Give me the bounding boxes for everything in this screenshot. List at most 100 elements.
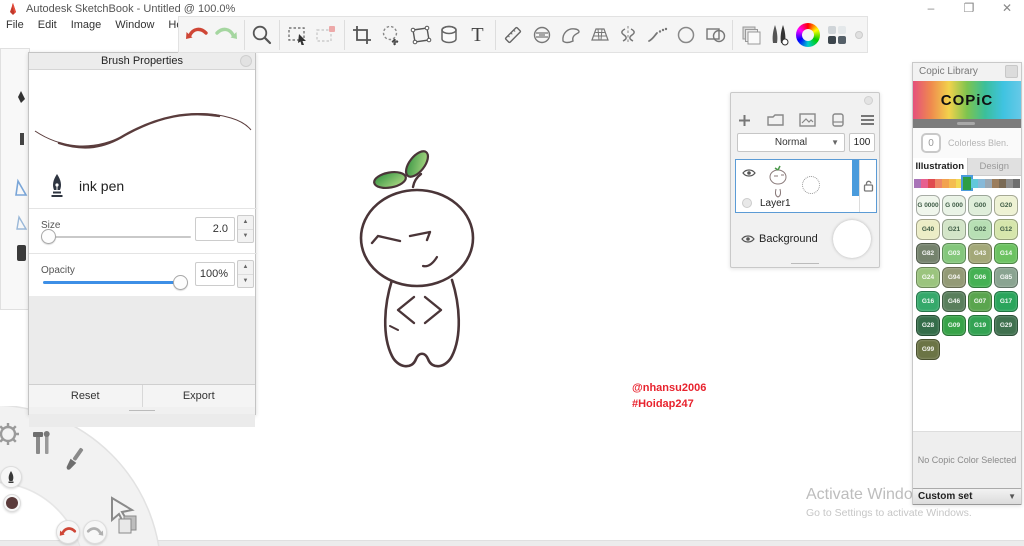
- transform-icon[interactable]: [377, 19, 406, 51]
- text-icon[interactable]: T: [463, 19, 492, 51]
- brush-panel-resize-grip[interactable]: [29, 407, 255, 414]
- shapes-icon[interactable]: [700, 19, 729, 51]
- copic-swatch-G000[interactable]: G 000: [942, 195, 966, 216]
- copic-swatch-G24[interactable]: G24: [916, 267, 940, 288]
- layer1-color-label[interactable]: [742, 198, 752, 208]
- size-slider-track[interactable]: [43, 236, 191, 238]
- color-family-cell-1[interactable]: [921, 179, 929, 188]
- copic-swatch-G29[interactable]: G29: [994, 315, 1018, 336]
- lagoon-brush-nib-button[interactable]: [0, 466, 22, 488]
- color-family-cell-4[interactable]: [942, 179, 950, 188]
- copic-swatch-G21[interactable]: G21: [942, 219, 966, 240]
- minimize-button[interactable]: –: [914, 0, 948, 17]
- copic-swatch-G06[interactable]: G06: [968, 267, 992, 288]
- blender-chip[interactable]: 0: [921, 133, 941, 153]
- distort-icon[interactable]: [405, 19, 434, 51]
- opacity-value-field[interactable]: 100%: [195, 262, 235, 286]
- color-family-cell-8[interactable]: [970, 179, 978, 188]
- copic-swatch-G85[interactable]: G85: [994, 267, 1018, 288]
- copic-swatch-G16[interactable]: G16: [916, 291, 940, 312]
- layers-panel-resize-grip[interactable]: [791, 263, 819, 264]
- copic-swatch-G03[interactable]: G03: [942, 243, 966, 264]
- symmetry-icon[interactable]: [614, 19, 643, 51]
- opacity-slider-track[interactable]: [43, 281, 181, 284]
- copic-swatch-G20[interactable]: G20: [994, 195, 1018, 216]
- copic-swatch-G17[interactable]: G17: [994, 291, 1018, 312]
- canvas-drawing-sprout-character[interactable]: [340, 140, 520, 385]
- redo-icon[interactable]: [212, 19, 241, 51]
- lagoon-current-color-swatch[interactable]: [3, 494, 21, 512]
- color-family-cell-0[interactable]: [914, 179, 922, 188]
- color-family-cell-6[interactable]: [956, 179, 964, 188]
- copic-swatch-G46[interactable]: G46: [942, 291, 966, 312]
- layers-icon[interactable]: [736, 19, 765, 51]
- select-icon[interactable]: [283, 19, 312, 51]
- zoom-icon[interactable]: [248, 19, 277, 51]
- color-wheel-icon[interactable]: [794, 19, 823, 51]
- menu-item-edit[interactable]: Edit: [38, 18, 57, 34]
- ruler-icon[interactable]: [499, 19, 528, 51]
- background-color-thumbnail[interactable]: [833, 220, 871, 258]
- color-family-cell-7[interactable]: [961, 175, 973, 192]
- brush-palette-strip[interactable]: [0, 48, 30, 310]
- layer-row-background[interactable]: Background: [735, 217, 877, 263]
- menu-item-window[interactable]: Window: [115, 18, 154, 34]
- copic-swatch-G0000[interactable]: G 0000: [916, 195, 940, 216]
- lagoon-undo-button[interactable]: [56, 520, 80, 544]
- tab-illustration[interactable]: Illustration: [913, 158, 967, 176]
- layer1-visibility-eye-icon[interactable]: [742, 168, 756, 178]
- undo-icon[interactable]: [183, 19, 212, 51]
- copic-swatch-G99[interactable]: G99: [916, 339, 940, 360]
- new-group-icon[interactable]: [767, 113, 784, 127]
- import-image-icon[interactable]: [799, 113, 816, 127]
- copic-swatch-G94[interactable]: G94: [942, 267, 966, 288]
- copic-swatch-G07[interactable]: G07: [968, 291, 992, 312]
- background-visibility-eye-icon[interactable]: [741, 234, 755, 244]
- copic-swatch-G09[interactable]: G09: [942, 315, 966, 336]
- menu-item-file[interactable]: File: [6, 18, 24, 34]
- circle-icon[interactable]: [672, 19, 701, 51]
- color-family-cell-3[interactable]: [935, 179, 943, 188]
- lagoon-redo-button[interactable]: [83, 520, 107, 544]
- tab-design[interactable]: Design: [966, 158, 1021, 176]
- lagoon-layers-icon[interactable]: [118, 515, 137, 534]
- perspective-icon[interactable]: [585, 19, 614, 51]
- copic-swatch-G28[interactable]: G28: [916, 315, 940, 336]
- color-family-cell-14[interactable]: [1012, 179, 1020, 188]
- opacity-slider-thumb[interactable]: [173, 275, 188, 290]
- layer1-lock-column[interactable]: [859, 160, 876, 212]
- toolbar-handle-dot[interactable]: [855, 30, 864, 39]
- copic-collapse-bar[interactable]: [913, 119, 1021, 128]
- size-value-field[interactable]: 2.0: [195, 217, 235, 241]
- custom-set-bar[interactable]: Custom set ▼: [913, 488, 1021, 505]
- brush-panel-header[interactable]: Brush Properties: [29, 53, 255, 70]
- copic-swatch-G43[interactable]: G43: [968, 243, 992, 264]
- copic-panel-menu-button[interactable]: [1005, 65, 1018, 78]
- copic-swatch-G12[interactable]: G12: [994, 219, 1018, 240]
- fill-icon[interactable]: [434, 19, 463, 51]
- size-slider-thumb[interactable]: [41, 229, 56, 244]
- maximize-button[interactable]: ❐: [952, 0, 986, 17]
- color-family-cell-13[interactable]: [1005, 179, 1013, 188]
- export-button[interactable]: Export: [141, 385, 256, 407]
- active-brush-row[interactable]: ink pen: [49, 173, 124, 199]
- color-family-cell-11[interactable]: [991, 179, 999, 188]
- marker-icon[interactable]: [831, 113, 845, 127]
- color-family-cell-5[interactable]: [949, 179, 957, 188]
- steady-stroke-icon[interactable]: [643, 19, 672, 51]
- layers-panel-handle-dot[interactable]: [864, 96, 873, 105]
- brushes-icon[interactable]: [765, 19, 794, 51]
- copic-swatch-G00[interactable]: G00: [968, 195, 992, 216]
- close-button[interactable]: ✕: [990, 0, 1024, 17]
- palette-icon[interactable]: [823, 19, 852, 51]
- blend-mode-dropdown[interactable]: Normal ▼: [737, 133, 845, 152]
- copic-swatch-G40[interactable]: G40: [916, 219, 940, 240]
- layer-row-layer1[interactable]: Layer1: [735, 159, 877, 213]
- color-family-cell-9[interactable]: [977, 179, 985, 188]
- french-curve-icon[interactable]: [556, 19, 585, 51]
- ellipse-guide-icon[interactable]: [528, 19, 557, 51]
- reset-button[interactable]: Reset: [29, 385, 142, 407]
- copic-swatch-G82[interactable]: G82: [916, 243, 940, 264]
- brush-panel-close-icon[interactable]: [240, 55, 252, 67]
- color-family-cell-12[interactable]: [998, 179, 1006, 188]
